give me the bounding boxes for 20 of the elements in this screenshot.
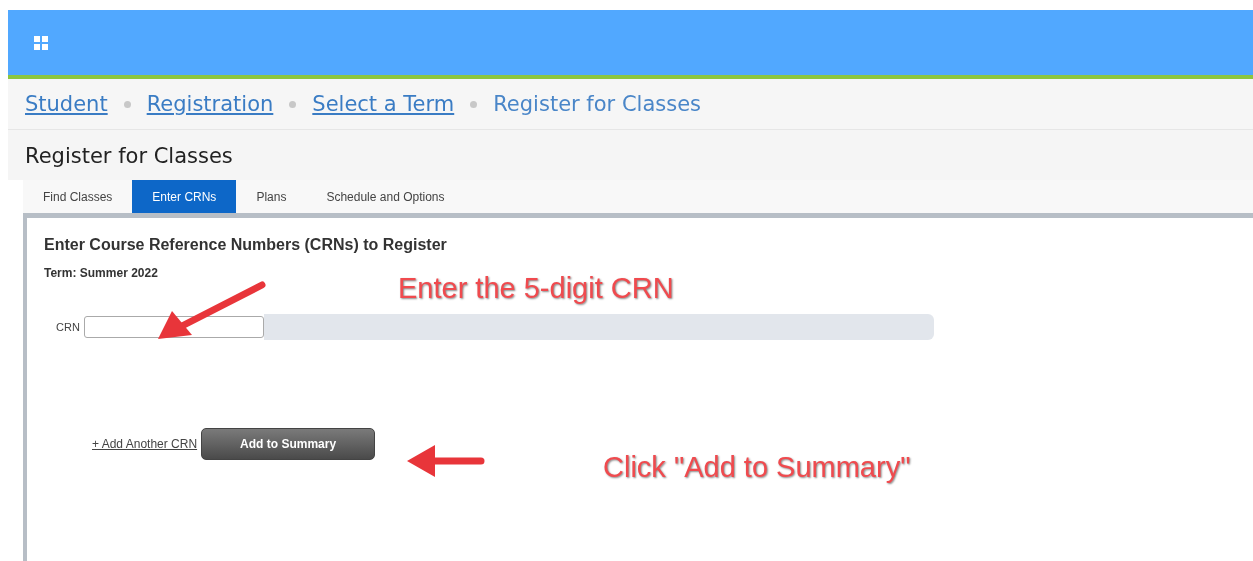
breadcrumb-link[interactable]: Select a Term	[312, 92, 455, 116]
tab[interactable]: Plans	[236, 180, 307, 213]
breadcrumb-current: Register for Classes	[493, 92, 701, 116]
page-title: Register for Classes	[8, 130, 1253, 180]
tab[interactable]: Enter CRNs	[132, 180, 237, 213]
add-another-crn-link[interactable]: + Add Another CRN	[92, 437, 198, 451]
annotation-text: Click "Add to Summary"	[603, 451, 911, 484]
panel-heading: Enter Course Reference Numbers (CRNs) to Register	[44, 236, 448, 254]
breadcrumb-link[interactable]: Student	[25, 92, 108, 116]
annotation-text: Enter the 5-digit CRN	[398, 272, 674, 305]
crn-label: CRN	[56, 321, 80, 333]
term-label: Term: Summer 2022	[44, 266, 159, 280]
breadcrumb-separator	[289, 100, 297, 108]
breadcrumb-separator	[470, 100, 478, 108]
add-to-summary-button[interactable]: Add to Summary	[201, 428, 376, 460]
tab[interactable]: Schedule and Options	[306, 180, 465, 213]
breadcrumb-separator	[123, 100, 131, 108]
breadcrumb-link[interactable]: Registration	[146, 92, 274, 116]
app-grid-icon[interactable]	[34, 35, 48, 50]
tab[interactable]: Find Classes	[23, 180, 133, 213]
